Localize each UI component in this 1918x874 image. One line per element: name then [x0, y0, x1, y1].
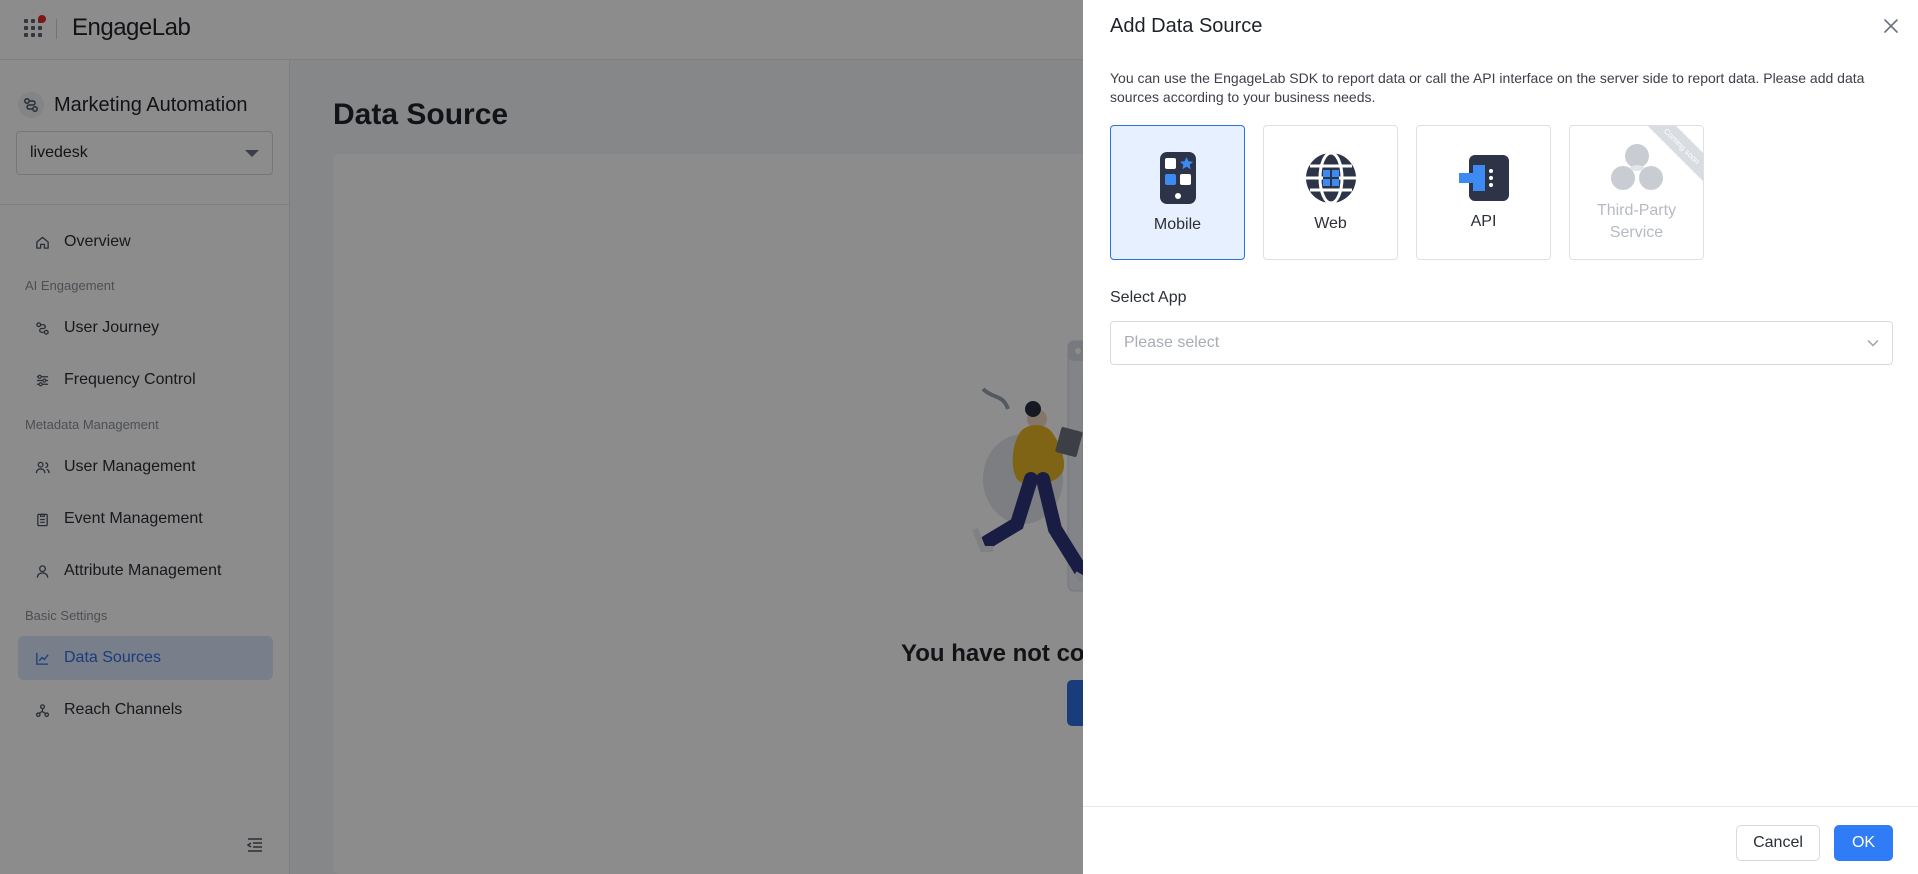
- select-app-label: Select App: [1110, 289, 1187, 306]
- cancel-button[interactable]: Cancel: [1736, 825, 1820, 861]
- source-card-web[interactable]: Web: [1263, 125, 1398, 260]
- source-card-label: Web: [1314, 214, 1347, 232]
- drawer-description: You can use the EngageLab SDK to report …: [1110, 70, 1865, 105]
- chevron-down-icon: [1867, 340, 1879, 347]
- source-card-label: API: [1470, 212, 1497, 230]
- add-data-source-drawer: Add Data Source You can use the EngageLa…: [1083, 0, 1918, 874]
- select-app-dropdown[interactable]: Please select: [1110, 321, 1893, 365]
- source-card-label: Third-Party Service: [1596, 201, 1677, 241]
- source-card-third-party: Coming soon Third-Party Service: [1569, 125, 1704, 260]
- mobile-icon: [1159, 151, 1196, 204]
- source-card-api[interactable]: API: [1416, 125, 1551, 260]
- api-plug-icon: [1458, 154, 1509, 201]
- drawer-title: Add Data Source: [1110, 15, 1263, 37]
- globe-icon: [1305, 151, 1356, 204]
- third-party-icon: [1610, 143, 1663, 190]
- close-icon[interactable]: [1881, 16, 1901, 36]
- drawer-footer: Cancel OK: [1083, 806, 1918, 874]
- select-app-placeholder: Please select: [1124, 334, 1220, 351]
- source-card-label: Mobile: [1153, 215, 1202, 233]
- ok-button[interactable]: OK: [1834, 825, 1893, 861]
- source-card-mobile[interactable]: Mobile: [1110, 125, 1245, 260]
